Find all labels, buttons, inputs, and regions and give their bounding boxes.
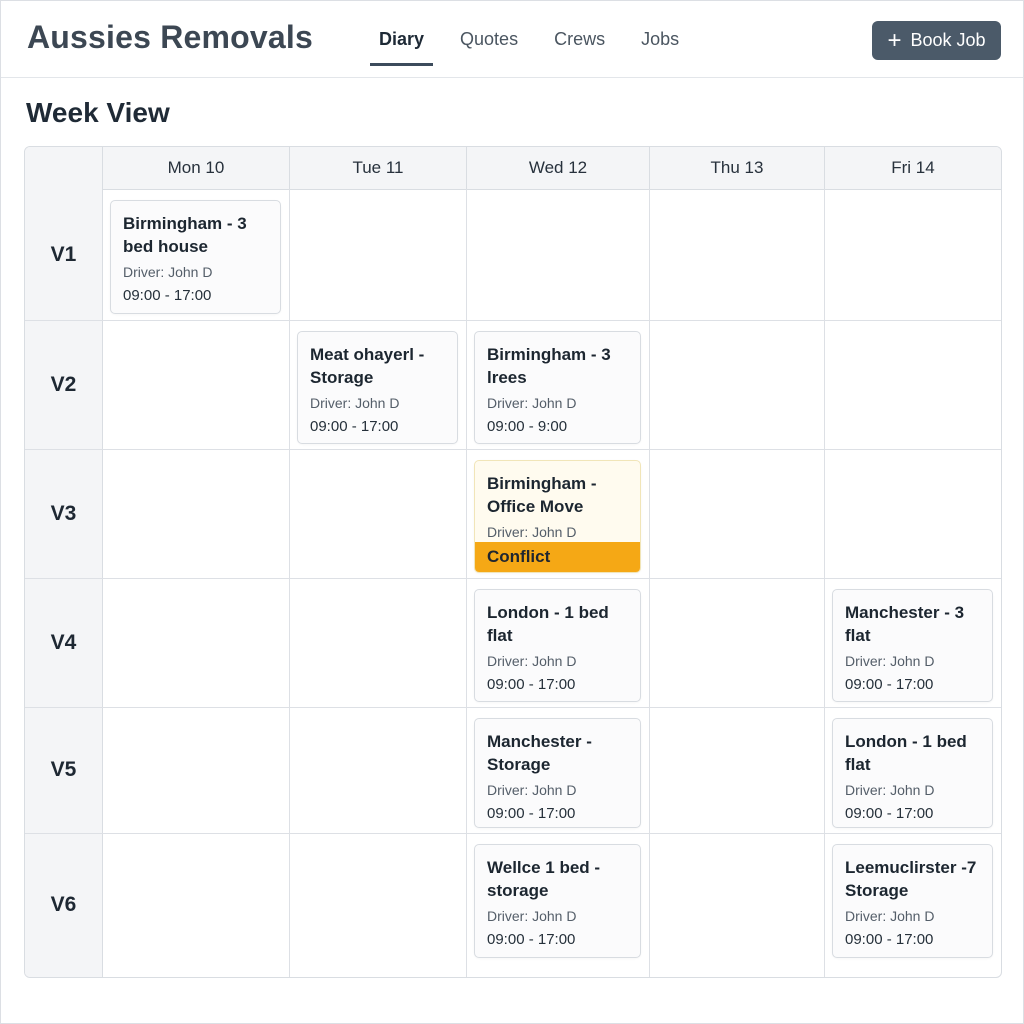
job-card-conflict[interactable]: Birmingham - Office Move Driver: John D Co… <box>474 460 641 573</box>
job-title: London - 1 bed flat <box>845 732 967 774</box>
job-time: 09:00 - 17:00 <box>845 676 934 693</box>
vehicle-label: V3 <box>50 501 77 525</box>
job-card[interactable]: Wellce 1 bed - storage Driver: John D 09:0… <box>474 844 641 958</box>
job-time: 09:00 - 17:00 <box>487 676 576 693</box>
column-divider <box>649 189 650 977</box>
job-card[interactable]: Manchester - 3 flat Driver: John D 09:00 -… <box>832 589 993 702</box>
job-title: Manchester - Storage <box>487 732 592 774</box>
top-header: Aussies Removals Diary Quotes Crews Jobs… <box>1 1 1023 78</box>
day-header-row: Mon 10 Tue 11 Wed 12 Thu 13 Fri 14 <box>25 147 1001 190</box>
row-divider <box>25 707 1001 708</box>
vehicle-label: V6 <box>50 893 77 916</box>
job-card[interactable]: Meat ohayerl - Storage Driver: John D 09:0… <box>297 331 458 444</box>
vehicle-label: V2 <box>50 372 77 396</box>
job-driver: Driver: John D <box>487 395 577 411</box>
vehicle-label: V4 <box>50 630 77 654</box>
page-title: Week View <box>26 97 170 128</box>
row-divider <box>25 320 1001 321</box>
job-time: 09:00 - 17:00 <box>123 287 212 304</box>
app-window: Aussies Removals Diary Quotes Crews Jobs… <box>0 0 1024 1024</box>
row-divider <box>25 449 1001 450</box>
job-card[interactable]: Birmingham - 3 lrees Driver: John D 09:00 … <box>474 331 641 444</box>
row-divider <box>25 578 1001 579</box>
day-header-cell: Fri 14 <box>824 147 1001 189</box>
day-header-cell: Tue 11 <box>289 147 466 189</box>
nav-tab-diary[interactable]: Diary <box>370 1 434 77</box>
day-header-cell: Thu 13 <box>649 147 824 189</box>
main-nav: Diary Quotes Crews Jobs <box>370 1 715 77</box>
job-driver: Driver: John D <box>123 264 213 280</box>
job-driver: Driver: John D <box>487 524 577 540</box>
plus-icon: + <box>887 26 902 54</box>
column-divider <box>466 189 467 977</box>
job-time: 09:00 - 17:00 <box>487 805 576 822</box>
job-driver: Driver: John D <box>845 782 935 798</box>
job-title: Birmingham - Office Move <box>487 474 597 516</box>
app-title: Aussies Removals <box>27 19 314 55</box>
job-driver: Driver: John D <box>845 653 935 669</box>
job-title: Leemuclirster -7 Storage <box>845 858 977 900</box>
job-driver: Driver: John D <box>487 908 577 924</box>
nav-tab-label: Diary <box>379 29 425 49</box>
job-title: Wellce 1 bed - storage <box>487 858 601 900</box>
job-card[interactable]: Birmingham - 3 bed house Driver: John D 09… <box>110 200 281 314</box>
day-header-cell: Mon 10 <box>102 147 289 189</box>
column-divider <box>289 189 290 977</box>
job-card[interactable]: London - 1 bed flat Driver: John D 09:00 -… <box>474 589 641 702</box>
job-card[interactable]: London - 1 bed flat Driver: John D 09:00 -… <box>832 718 993 828</box>
job-driver: Driver: John D <box>487 782 577 798</box>
job-driver: Driver: John D <box>487 653 577 669</box>
job-title: Birmingham - 3 lrees <box>487 345 611 387</box>
nav-tab-crews[interactable]: Crews <box>554 1 605 77</box>
day-header-cell: Wed 12 <box>466 147 649 189</box>
active-tab-indicator <box>370 63 434 66</box>
nav-tab-jobs[interactable]: Jobs <box>641 1 679 77</box>
nav-tab-quotes[interactable]: Quotes <box>460 1 518 77</box>
conflict-badge: Conflict <box>475 542 640 572</box>
job-driver: Driver: John D <box>845 908 935 924</box>
job-title: Birmingham - 3 bed house <box>123 214 247 256</box>
job-time: 09:00 - 9:00 <box>487 418 568 435</box>
job-time: 09:00 - 17:00 <box>310 418 399 435</box>
job-time: 09:00 - 17:00 <box>487 931 576 948</box>
job-time: 09:00 - 17:00 <box>845 931 934 948</box>
job-card[interactable]: Leemuclirster -7 Storage Driver: John D 09… <box>832 844 993 958</box>
job-title: Manchester - 3 flat <box>845 603 965 645</box>
nav-tab-label: Jobs <box>641 29 680 49</box>
job-title: Meat ohayerl - Storage <box>310 345 425 387</box>
job-driver: Driver: John D <box>310 395 400 411</box>
row-divider <box>25 833 1001 834</box>
week-schedule-grid: Mon 10 Tue 11 Wed 12 Thu 13 Fri 14 V1 V2 V3 V4 V… <box>24 146 1002 978</box>
column-divider <box>824 189 825 977</box>
vehicle-label: V5 <box>50 758 77 781</box>
nav-tab-label: Quotes <box>460 29 519 49</box>
nav-tab-label: Crews <box>554 29 606 49</box>
book-job-label: Book Job <box>910 30 986 50</box>
job-card[interactable]: Manchester - Storage Driver: John D 09:00 … <box>474 718 641 828</box>
job-time: 09:00 - 17:00 <box>845 805 934 822</box>
book-job-button[interactable]: + Book Job <box>872 21 1001 60</box>
job-title: London - 1 bed flat <box>487 603 609 645</box>
vehicle-label: V1 <box>50 242 77 266</box>
